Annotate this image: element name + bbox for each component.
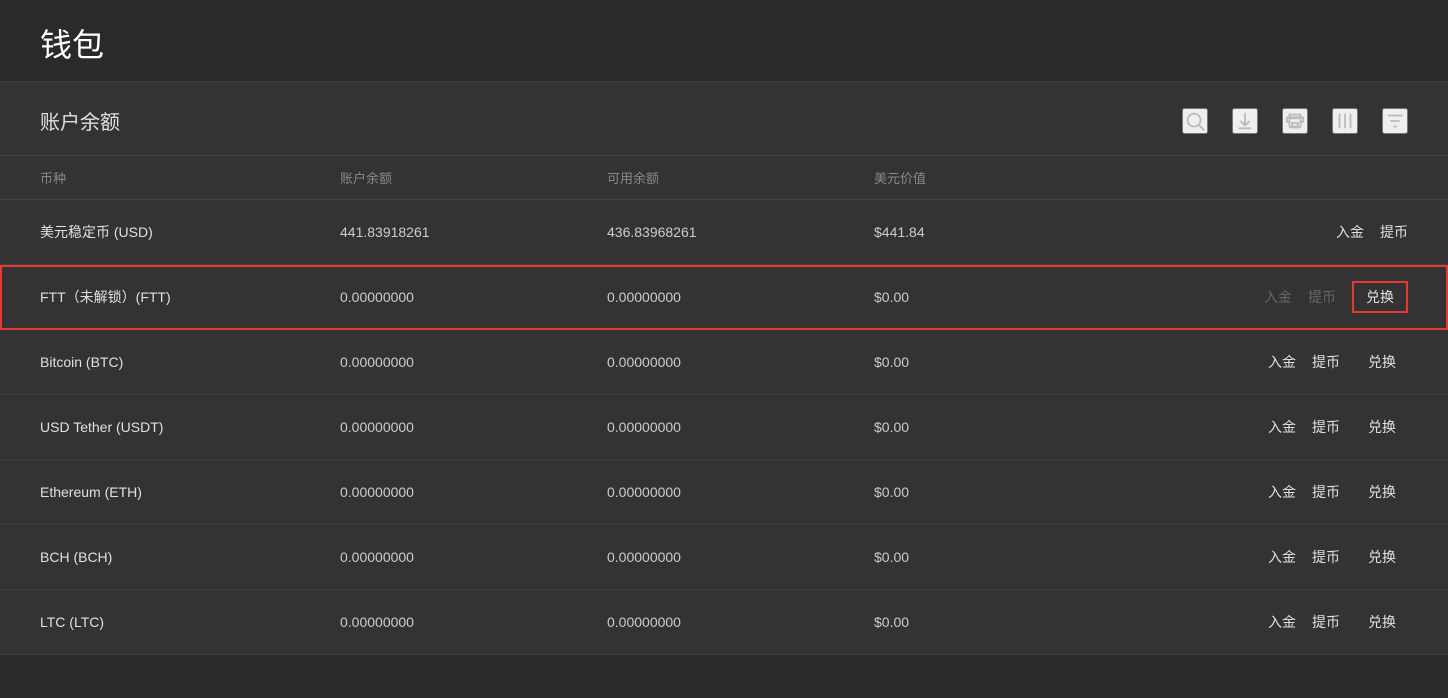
exchange-button-bch[interactable]: 兑换: [1356, 543, 1408, 571]
deposit-button-bch[interactable]: 入金: [1268, 547, 1296, 567]
account-balance-ftt: 0.00000000: [340, 289, 607, 305]
table-row: FTT（未解锁）(FTT)0.000000000.00000000$0.00入金…: [0, 265, 1448, 330]
exchange-button-ltc[interactable]: 兑换: [1356, 608, 1408, 636]
main-content: 账户余额: [0, 82, 1448, 655]
available-balance-ftt: 0.00000000: [607, 289, 874, 305]
download-icon[interactable]: [1232, 108, 1258, 134]
currency-name-bch: BCH (BCH): [40, 549, 340, 565]
filter-icon[interactable]: [1382, 108, 1408, 134]
available-balance-ltc: 0.00000000: [607, 614, 874, 630]
actions-btc: 入金提币兑换: [1141, 348, 1408, 376]
account-balance-bch: 0.00000000: [340, 549, 607, 565]
deposit-button-usdt[interactable]: 入金: [1268, 417, 1296, 437]
account-balance-eth: 0.00000000: [340, 484, 607, 500]
currency-name-ftt: FTT（未解锁）(FTT): [40, 287, 340, 307]
usd-value-ftt: $0.00: [874, 289, 1141, 305]
actions-eth: 入金提币兑换: [1141, 478, 1408, 506]
withdraw-button-bch[interactable]: 提币: [1312, 547, 1340, 567]
table-row: BCH (BCH)0.000000000.00000000$0.00入金提币兑换: [0, 525, 1448, 590]
withdraw-button-eth[interactable]: 提币: [1312, 482, 1340, 502]
exchange-button-eth[interactable]: 兑换: [1356, 478, 1408, 506]
currency-name-usdt: USD Tether (USDT): [40, 419, 340, 435]
withdraw-button-btc[interactable]: 提币: [1312, 352, 1340, 372]
exchange-button-btc[interactable]: 兑换: [1356, 348, 1408, 376]
table-row: Ethereum (ETH)0.000000000.00000000$0.00入…: [0, 460, 1448, 525]
table-row: LTC (LTC)0.000000000.00000000$0.00入金提币兑换: [0, 590, 1448, 655]
available-balance-btc: 0.00000000: [607, 354, 874, 370]
withdraw-button-usd[interactable]: 提币: [1380, 222, 1408, 242]
table-row: USD Tether (USDT)0.000000000.00000000$0.…: [0, 395, 1448, 460]
available-balance-usd: 436.83968261: [607, 224, 874, 240]
usd-value-usd: $441.84: [874, 224, 1141, 240]
page-header: 钱包: [0, 0, 1448, 82]
withdraw-button-usdt[interactable]: 提币: [1312, 417, 1340, 437]
header-available-balance: 可用余额: [607, 168, 874, 187]
exchange-button-ftt[interactable]: 兑换: [1352, 281, 1408, 313]
toolbar-icons: [1182, 108, 1408, 134]
header-actions: [1141, 168, 1408, 187]
table-body: 美元稳定币 (USD)441.83918261436.83968261$441.…: [0, 200, 1448, 655]
table-row: Bitcoin (BTC)0.000000000.00000000$0.00入金…: [0, 330, 1448, 395]
usd-value-bch: $0.00: [874, 549, 1141, 565]
account-balance-btc: 0.00000000: [340, 354, 607, 370]
available-balance-usdt: 0.00000000: [607, 419, 874, 435]
table-row: 美元稳定币 (USD)441.83918261436.83968261$441.…: [0, 200, 1448, 265]
deposit-button-ftt: 入金: [1264, 287, 1292, 307]
actions-ltc: 入金提币兑换: [1141, 608, 1408, 636]
exchange-button-usdt[interactable]: 兑换: [1356, 413, 1408, 441]
usd-value-btc: $0.00: [874, 354, 1141, 370]
header-currency: 币种: [40, 168, 340, 187]
header-account-balance: 账户余额: [340, 168, 607, 187]
account-balance-ltc: 0.00000000: [340, 614, 607, 630]
currency-name-ltc: LTC (LTC): [40, 614, 340, 630]
account-balance-usd: 441.83918261: [340, 224, 607, 240]
search-icon[interactable]: [1182, 108, 1208, 134]
account-balance-usdt: 0.00000000: [340, 419, 607, 435]
section-header: 账户余额: [0, 82, 1448, 156]
usd-value-ltc: $0.00: [874, 614, 1141, 630]
withdraw-button-ltc[interactable]: 提币: [1312, 612, 1340, 632]
deposit-button-btc[interactable]: 入金: [1268, 352, 1296, 372]
currency-name-usd: 美元稳定币 (USD): [40, 222, 340, 242]
actions-bch: 入金提币兑换: [1141, 543, 1408, 571]
deposit-button-usd[interactable]: 入金: [1336, 222, 1364, 242]
print-icon[interactable]: [1282, 108, 1308, 134]
actions-usd: 入金提币: [1141, 222, 1408, 242]
deposit-button-eth[interactable]: 入金: [1268, 482, 1296, 502]
usd-value-eth: $0.00: [874, 484, 1141, 500]
section-title: 账户余额: [40, 106, 120, 135]
actions-usdt: 入金提币兑换: [1141, 413, 1408, 441]
usd-value-usdt: $0.00: [874, 419, 1141, 435]
currency-name-eth: Ethereum (ETH): [40, 484, 340, 500]
table-header-row: 币种 账户余额 可用余额 美元价值: [0, 156, 1448, 200]
currency-name-btc: Bitcoin (BTC): [40, 354, 340, 370]
columns-icon[interactable]: [1332, 108, 1358, 134]
available-balance-eth: 0.00000000: [607, 484, 874, 500]
deposit-button-ltc[interactable]: 入金: [1268, 612, 1296, 632]
withdraw-button-ftt: 提币: [1308, 287, 1336, 307]
available-balance-bch: 0.00000000: [607, 549, 874, 565]
actions-ftt: 入金提币兑换: [1141, 281, 1408, 313]
page-title: 钱包: [40, 20, 1408, 66]
header-usd-value: 美元价值: [874, 168, 1141, 187]
